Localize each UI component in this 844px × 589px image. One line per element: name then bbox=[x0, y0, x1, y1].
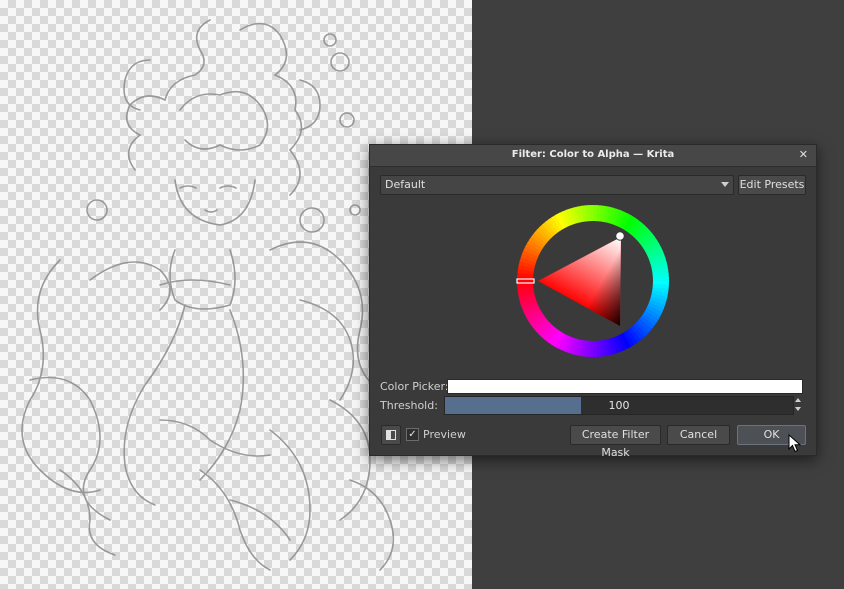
split-view-icon bbox=[386, 430, 396, 440]
preset-dropdown-value: Default bbox=[385, 178, 426, 191]
color-picker-label: Color Picker: bbox=[380, 380, 449, 393]
preset-dropdown[interactable]: Default bbox=[380, 175, 734, 195]
edit-presets-button[interactable]: Edit Presets bbox=[738, 175, 806, 195]
dialog-titlebar[interactable]: Filter: Color to Alpha — Krita ✕ bbox=[370, 145, 816, 167]
triangle-black-shade bbox=[538, 237, 621, 326]
spin-up-icon[interactable] bbox=[795, 398, 801, 402]
split-view-toggle-button[interactable] bbox=[381, 425, 401, 445]
spin-down-icon[interactable] bbox=[795, 407, 801, 411]
threshold-spinner[interactable] bbox=[793, 396, 804, 414]
threshold-slider[interactable]: 100 bbox=[444, 396, 794, 415]
color-wheel[interactable] bbox=[516, 204, 670, 358]
hue-ring-segment bbox=[517, 279, 534, 285]
cancel-button[interactable]: Cancel bbox=[667, 425, 730, 445]
create-filter-mask-button[interactable]: Create Filter Mask bbox=[570, 425, 661, 459]
preview-label[interactable]: Preview bbox=[423, 428, 466, 441]
threshold-label: Threshold: bbox=[380, 399, 438, 412]
preview-checkbox[interactable]: ✓ bbox=[406, 428, 419, 441]
close-icon[interactable]: ✕ bbox=[799, 148, 808, 161]
color-picker-swatch[interactable] bbox=[447, 379, 803, 394]
chevron-down-icon bbox=[721, 182, 729, 187]
threshold-value: 100 bbox=[608, 399, 630, 412]
filter-dialog: Filter: Color to Alpha — Krita ✕ Default… bbox=[369, 144, 817, 459]
dialog-title: Filter: Color to Alpha — Krita bbox=[511, 149, 675, 160]
mouse-pointer-icon bbox=[788, 434, 802, 453]
color-handle[interactable] bbox=[615, 231, 625, 241]
